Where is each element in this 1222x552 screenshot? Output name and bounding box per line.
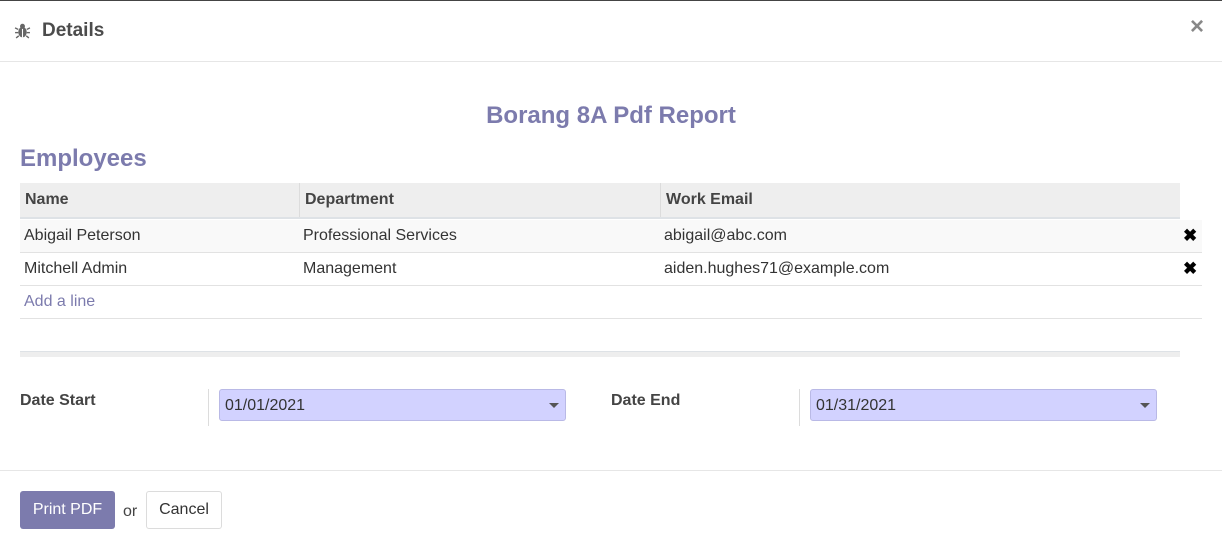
field-divider — [799, 389, 800, 426]
cancel-button[interactable]: Cancel — [146, 491, 222, 529]
date-start-label: Date Start — [20, 392, 96, 409]
employees-table-footer — [20, 351, 1180, 357]
employee-email-cell[interactable]: aiden.hughes71@example.com — [660, 253, 889, 285]
employees-table-header: Name Department Work Email — [20, 183, 1180, 219]
column-header-name[interactable]: Name — [20, 183, 300, 217]
employees-section-title: Employees — [20, 145, 147, 172]
dialog-title: Details — [42, 20, 105, 41]
bug-icon — [14, 23, 31, 39]
dialog-footer: Print PDF or Cancel — [0, 470, 1222, 552]
dialog-header: Details × — [0, 1, 1222, 62]
print-pdf-button[interactable]: Print PDF — [20, 491, 115, 529]
or-text: or — [123, 503, 138, 520]
employee-department-cell[interactable]: Professional Services — [299, 220, 457, 252]
chevron-down-icon[interactable] — [1140, 403, 1150, 408]
date-start-value[interactable]: 01/01/2021 — [225, 390, 305, 421]
field-divider — [208, 389, 209, 426]
delete-row-icon[interactable]: ✖ — [1183, 220, 1197, 252]
date-end-value[interactable]: 01/31/2021 — [816, 390, 896, 421]
employee-name-cell[interactable]: Abigail Peterson — [20, 220, 141, 252]
delete-row-icon[interactable]: ✖ — [1183, 253, 1197, 285]
employee-name-cell[interactable]: Mitchell Admin — [20, 253, 127, 285]
report-title: Borang 8A Pdf Report — [486, 102, 736, 129]
add-line-row: Add a line — [20, 286, 1202, 319]
chevron-down-icon[interactable] — [549, 403, 559, 408]
column-header-department[interactable]: Department — [300, 183, 661, 217]
table-row[interactable]: Abigail Peterson Professional Services a… — [20, 220, 1202, 253]
column-header-work-email[interactable]: Work Email — [661, 183, 1180, 217]
date-end-field[interactable]: 01/31/2021 — [810, 389, 1157, 421]
date-start-field[interactable]: 01/01/2021 — [219, 389, 566, 421]
date-end-label: Date End — [611, 392, 681, 409]
add-line-link[interactable]: Add a line — [24, 286, 95, 318]
details-dialog: Details × Borang 8A Pdf Report Employees… — [0, 0, 1222, 552]
employee-email-cell[interactable]: abigail@abc.com — [660, 220, 787, 252]
close-icon[interactable]: × — [1190, 15, 1204, 39]
table-row[interactable]: Mitchell Admin Management aiden.hughes71… — [20, 253, 1202, 286]
employee-department-cell[interactable]: Management — [299, 253, 396, 285]
